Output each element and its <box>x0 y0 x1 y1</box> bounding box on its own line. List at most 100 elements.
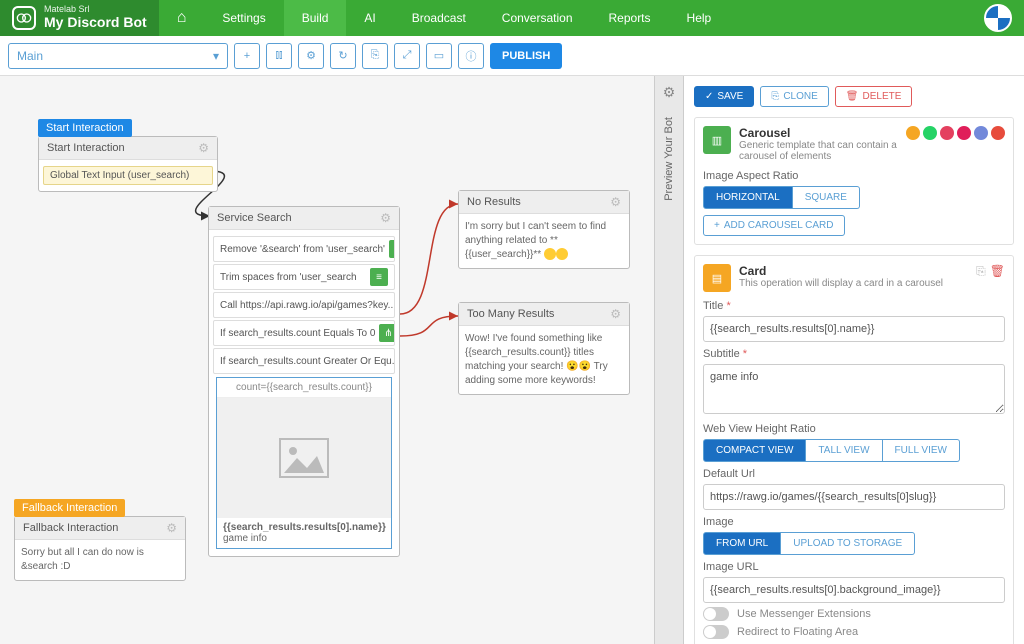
image-url-label: Image URL <box>703 561 1005 573</box>
gear-icon[interactable]: ⚙ <box>380 211 391 225</box>
title-input[interactable] <box>703 316 1005 342</box>
nav-conversation[interactable]: Conversation <box>484 0 591 36</box>
side-tab: ⚙ Preview Your Bot <box>654 76 684 644</box>
gear-icon[interactable]: ⚙ <box>166 521 177 535</box>
node-title: Service Search <box>217 212 292 224</box>
gear-icon[interactable]: ⚙ <box>610 307 621 321</box>
interaction-dropdown[interactable]: Main ▾ <box>8 43 228 69</box>
clone-button[interactable]: ⎘ CLONE <box>760 86 828 107</box>
add-button[interactable]: + <box>234 43 260 69</box>
service-row[interactable]: If search_results.count Equals To 0⋔ <box>213 320 395 346</box>
redirect-label: Redirect to Floating Area <box>737 626 858 638</box>
node-fallback[interactable]: Fallback Interaction Fallback Interactio… <box>14 516 186 581</box>
url-input[interactable] <box>703 484 1005 510</box>
node-title: Too Many Results <box>467 308 554 320</box>
copy-icon[interactable]: ⎘ <box>976 264 986 279</box>
card-icon: ▤ <box>703 264 731 292</box>
avatar[interactable] <box>984 4 1012 32</box>
messenger-ext-toggle[interactable] <box>703 607 729 621</box>
service-row[interactable]: Trim spaces from 'user_search≡ <box>213 264 395 290</box>
delete-button[interactable]: 🗑 DELETE <box>835 86 913 107</box>
logo-icon <box>12 6 36 30</box>
nav-settings[interactable]: Settings <box>204 0 283 36</box>
dropdown-label: Main <box>17 49 43 63</box>
gear-icon[interactable]: ⚙ <box>198 141 209 155</box>
image-label: Image <box>703 516 1005 528</box>
card-preview[interactable]: count={{search_results.count}} {{search_… <box>216 377 392 549</box>
stats-icon[interactable]: ⫾⫾ <box>266 43 292 69</box>
node-text: Wow! I've found something like {{search_… <box>459 326 629 394</box>
redirect-toggle[interactable] <box>703 625 729 639</box>
code-icon: ≡ <box>389 240 395 258</box>
start-badge: Start Interaction <box>38 119 132 137</box>
publish-button[interactable]: PUBLISH <box>490 43 562 69</box>
home-icon: ⌂ <box>177 9 187 27</box>
url-label: Default Url <box>703 468 1005 480</box>
nav-home[interactable]: ⌂ <box>159 0 205 36</box>
section-desc: Generic template that can contain a caro… <box>739 140 898 162</box>
full-view-button[interactable]: FULL VIEW <box>883 439 960 462</box>
save-button[interactable]: ✓ SAVE <box>694 86 754 107</box>
square-button[interactable]: SQUARE <box>793 186 860 209</box>
delete-icon[interactable]: 🗑 <box>990 264 1005 279</box>
code-icon: ≡ <box>370 268 388 286</box>
node-title: No Results <box>467 196 521 208</box>
platform-icons <box>906 126 1005 140</box>
nav-help[interactable]: Help <box>669 0 730 36</box>
node-service-search[interactable]: Service Search ⚙ Remove '&search' from '… <box>208 206 400 557</box>
title-label: Title * <box>703 300 1005 312</box>
logo-section: Matelab Srl My Discord Bot <box>0 0 159 36</box>
subtitle-input[interactable] <box>703 364 1005 414</box>
nav-ai[interactable]: AI <box>346 0 393 36</box>
carousel-section: ▥ Carousel Generic template that can con… <box>694 117 1014 245</box>
nav-build[interactable]: Build <box>284 0 347 36</box>
add-carousel-card-button[interactable]: + ADD CAROUSEL CARD <box>703 215 845 236</box>
preview-tab[interactable]: Preview Your Bot <box>663 117 675 201</box>
section-title: Carousel <box>739 126 898 140</box>
node-text: Sorry but all I can do now is &search :D <box>15 540 185 580</box>
info-icon[interactable]: ⓘ <box>458 43 484 69</box>
card-section: ▤ Card This operation will display a car… <box>694 255 1014 644</box>
gear-icon[interactable]: ⚙ <box>610 195 621 209</box>
service-row[interactable]: If search_results.count Greater Or Equ..… <box>213 348 395 374</box>
count-text: count={{search_results.count}} <box>217 378 391 398</box>
carousel-icon: ▥ <box>703 126 731 154</box>
section-title: Card <box>739 264 943 278</box>
gear-icon[interactable]: ⚙ <box>663 84 676 101</box>
properties-panel: ✓ SAVE ⎘ CLONE 🗑 DELETE ▥ Carousel Gener… <box>684 76 1024 644</box>
nav-broadcast[interactable]: Broadcast <box>394 0 484 36</box>
expand-icon[interactable]: ⤢ <box>394 43 420 69</box>
chevron-down-icon: ▾ <box>213 49 219 63</box>
messenger-ext-label: Use Messenger Extensions <box>737 608 871 620</box>
node-text: I'm sorry but I can't seem to find anyth… <box>459 214 629 268</box>
image-url-input[interactable] <box>703 577 1005 603</box>
fallback-badge: Fallback Interaction <box>14 499 125 517</box>
subtitle-label: Subtitle * <box>703 348 1005 360</box>
global-text-input-row[interactable]: Global Text Input (user_search) <box>43 166 213 185</box>
upload-button[interactable]: UPLOAD TO STORAGE <box>781 532 915 555</box>
node-too-many-results[interactable]: Too Many Results ⚙ Wow! I've found somet… <box>458 302 630 395</box>
bot-name: My Discord Bot <box>44 15 147 30</box>
horizontal-button[interactable]: HORIZONTAL <box>703 186 793 209</box>
export-icon[interactable]: ↻ <box>330 43 356 69</box>
node-title: Fallback Interaction <box>23 522 118 534</box>
image-icon[interactable]: ▭ <box>426 43 452 69</box>
company-name: Matelab Srl <box>44 5 147 15</box>
service-row[interactable]: Call https://api.rawg.io/api/games?key..… <box>213 292 395 318</box>
card-subtitle: game info <box>223 533 385 544</box>
gear-icon[interactable]: ⚙ <box>298 43 324 69</box>
webview-label: Web View Height Ratio <box>703 423 1005 435</box>
nav-reports[interactable]: Reports <box>591 0 669 36</box>
node-title: Start Interaction <box>47 142 125 154</box>
service-row[interactable]: Remove '&search' from 'user_search'≡ <box>213 236 395 262</box>
node-start-interaction[interactable]: Start Interaction Start Interaction ⚙ Gl… <box>38 136 218 192</box>
tall-view-button[interactable]: TALL VIEW <box>806 439 882 462</box>
node-no-results[interactable]: No Results ⚙ I'm sorry but I can't seem … <box>458 190 630 269</box>
flow-canvas[interactable]: Start Interaction Start Interaction ⚙ Gl… <box>0 76 654 644</box>
compact-view-button[interactable]: COMPACT VIEW <box>703 439 806 462</box>
branch-icon: ⋔ <box>379 324 395 342</box>
aspect-label: Image Aspect Ratio <box>703 170 1005 182</box>
section-desc: This operation will display a card in a … <box>739 278 943 289</box>
copy-icon[interactable]: ⎘ <box>362 43 388 69</box>
from-url-button[interactable]: FROM URL <box>703 532 781 555</box>
